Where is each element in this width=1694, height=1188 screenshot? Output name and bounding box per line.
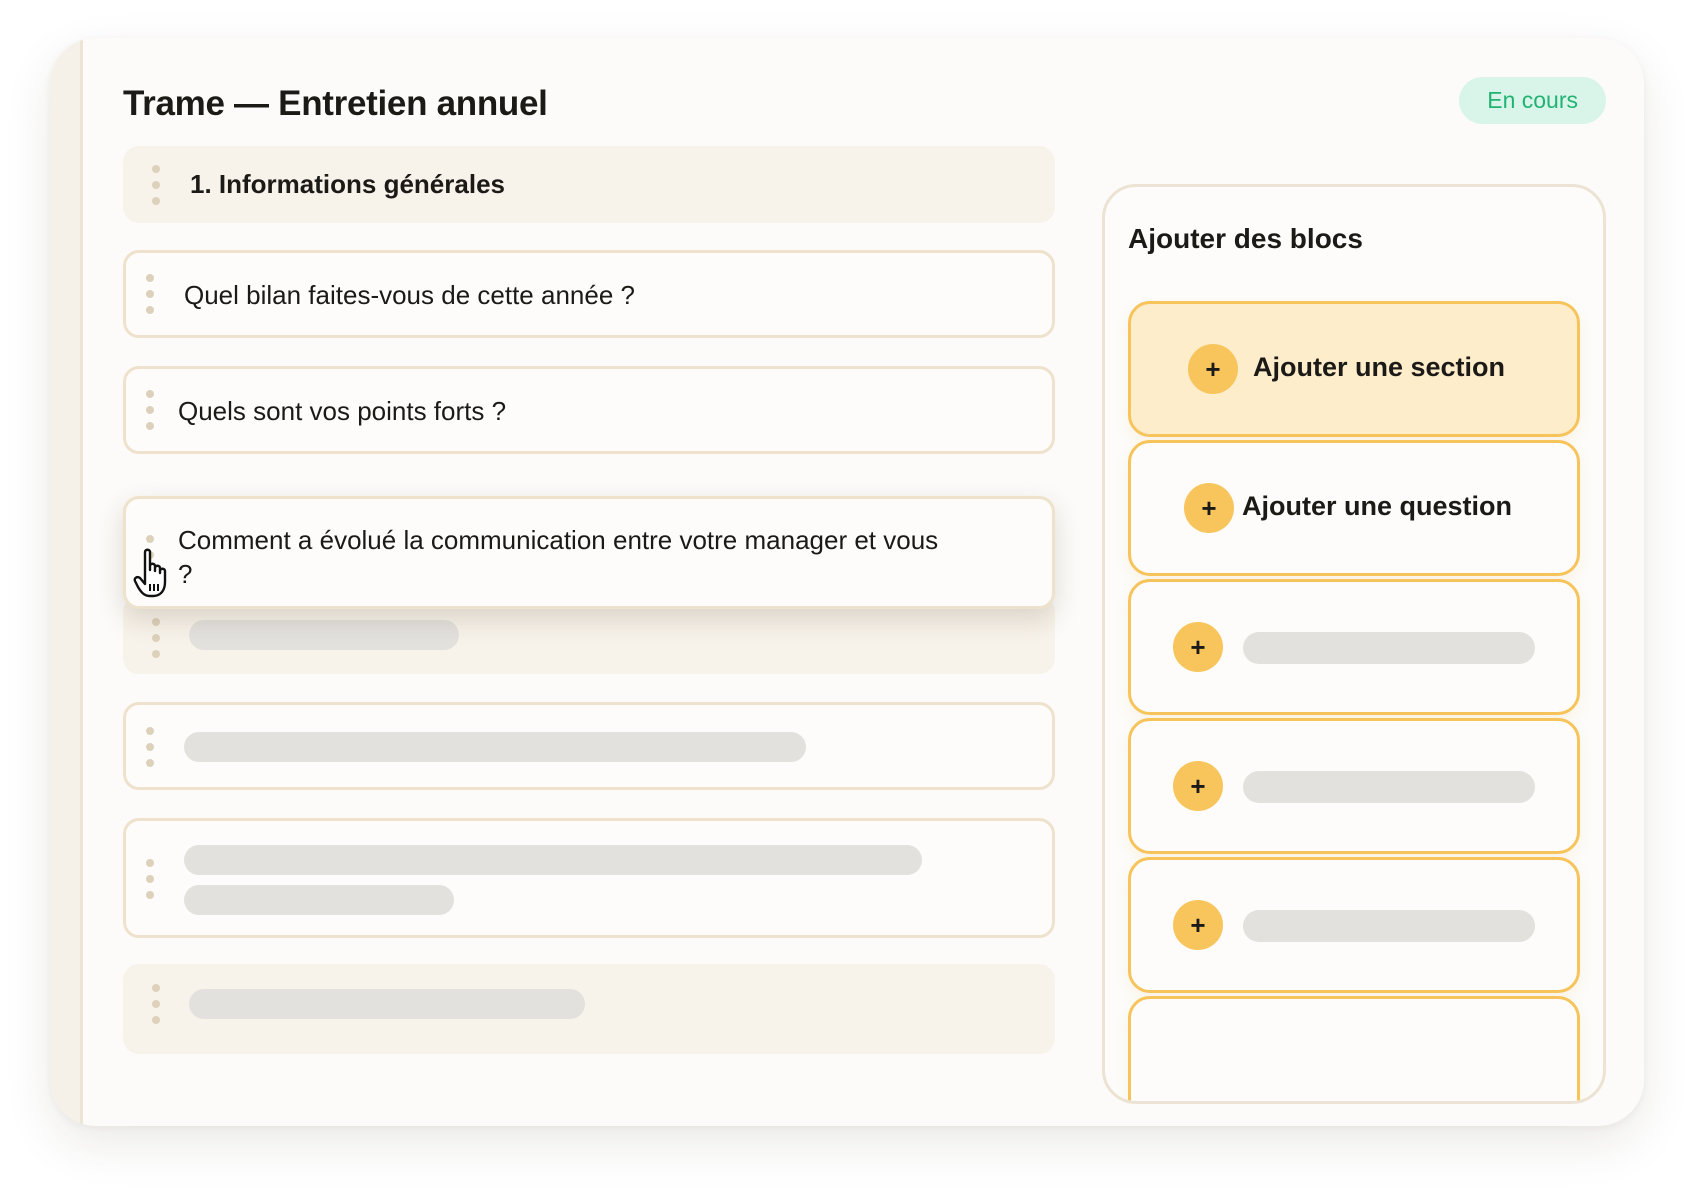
drag-handle-icon[interactable] [146,390,154,430]
add-block-button[interactable] [1128,996,1580,1101]
question-block[interactable]: Quel bilan faites-vous de cette année ? [123,250,1055,338]
placeholder-line [184,885,454,915]
drag-handle-icon[interactable] [146,274,154,314]
drag-handle-icon[interactable] [146,727,154,767]
page-title: Trame — Entretien annuel [123,84,548,123]
drag-handle-icon[interactable] [146,859,154,899]
plus-icon: + [1184,483,1234,533]
plus-icon: + [1188,344,1238,394]
question-block-placeholder[interactable] [123,702,1055,790]
placeholder-line [1243,771,1535,803]
placeholder-line [189,989,585,1019]
plus-icon: + [1173,761,1223,811]
add-question-label: Ajouter une question [1242,491,1512,521]
add-section-button[interactable]: + Ajouter une section [1128,301,1580,437]
plus-icon: + [1173,622,1223,672]
section-block-placeholder[interactable] [123,964,1055,1054]
section-title: 1. Informations générales [190,169,505,199]
question-block[interactable]: Quels sont vos points forts ? [123,366,1055,454]
drag-handle-icon[interactable] [152,984,160,1024]
add-block-button[interactable]: + [1128,718,1580,854]
template-editor: Trame — Entretien annuel En cours 1. Inf… [50,38,1644,1126]
status-badge: En cours [1459,77,1606,124]
placeholder-line [184,732,806,762]
add-section-label: Ajouter une section [1253,352,1506,382]
left-rail [50,38,83,1126]
add-block-button[interactable]: + [1128,857,1580,993]
question-block-dragging[interactable]: Comment a évolué la communication entre … [123,496,1055,609]
section-block[interactable]: 1. Informations générales [123,146,1055,223]
grab-cursor-icon [133,548,167,598]
add-blocks-panel: Ajouter des blocs + Ajouter une section … [1102,184,1606,1104]
placeholder-line [1243,632,1535,664]
add-block-button[interactable]: + [1128,579,1580,715]
question-text: Comment a évolué la communication entre … [178,525,939,589]
drag-handle-icon[interactable] [152,618,160,658]
add-question-button[interactable]: + Ajouter une question [1128,440,1580,576]
question-block-placeholder[interactable] [123,818,1055,938]
app-screen: Trame — Entretien annuel En cours 1. Inf… [0,0,1694,1188]
question-text: Quel bilan faites-vous de cette année ? [184,280,635,310]
panel-title: Ajouter des blocs [1128,223,1363,254]
question-text: Quels sont vos points forts ? [178,396,507,426]
plus-icon: + [1173,900,1223,950]
placeholder-line [184,845,922,875]
drag-handle-icon[interactable] [152,165,160,205]
placeholder-line [189,620,459,650]
placeholder-line [1243,910,1535,942]
